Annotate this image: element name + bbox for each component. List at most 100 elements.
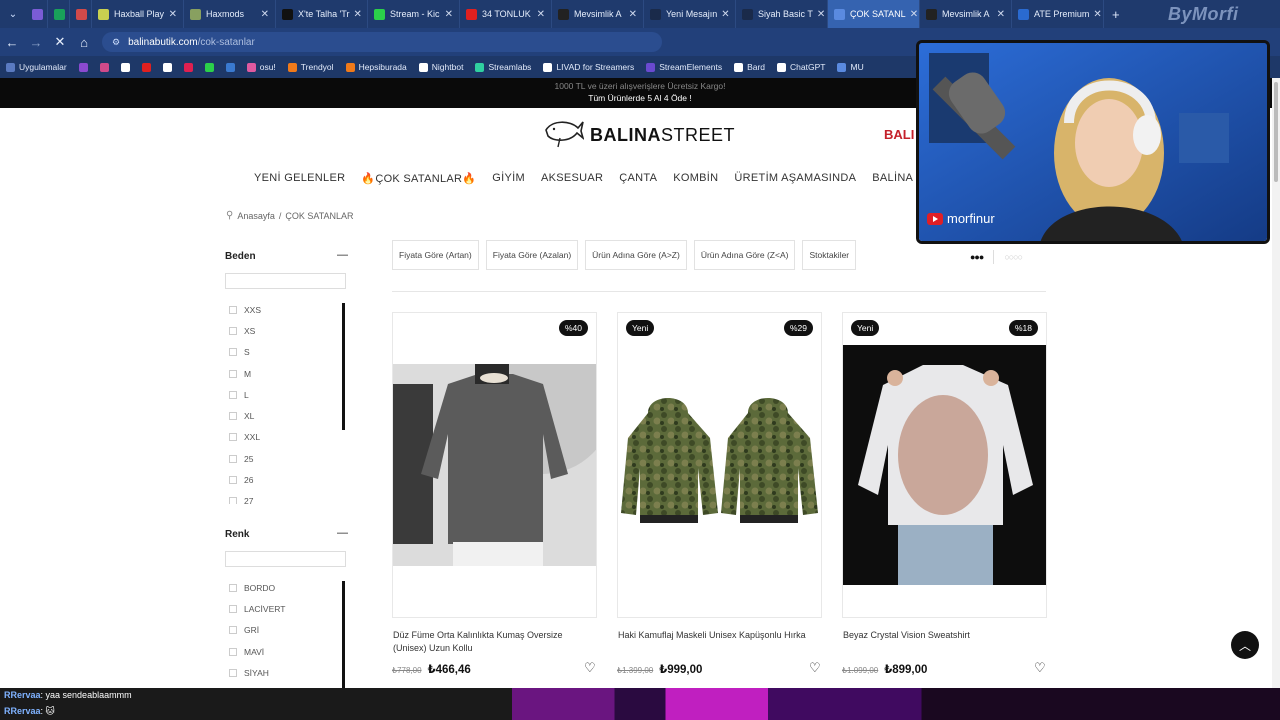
- grid-4-icon[interactable]: ○○○○: [1004, 252, 1023, 262]
- back-icon[interactable]: ←: [0, 35, 24, 50]
- bookmark-item[interactable]: MU: [837, 62, 864, 72]
- tab-close-icon[interactable]: ✕: [993, 9, 1005, 20]
- filter-option[interactable]: S: [225, 342, 346, 363]
- checkbox[interactable]: [229, 369, 237, 378]
- tab-close-icon[interactable]: ✕: [349, 9, 361, 20]
- product-name[interactable]: Düz Füme Orta Kalınlıkta Kumaş Oversize …: [393, 629, 588, 655]
- menu-item[interactable]: 🔥ÇOK SATANLAR🔥: [361, 172, 476, 185]
- browser-tab[interactable]: Haxmods ✕: [184, 0, 276, 28]
- stop-loading-icon[interactable]: ✕: [48, 34, 72, 50]
- size-list-scrollbar[interactable]: [342, 303, 345, 430]
- tab-close-icon[interactable]: ✕: [165, 9, 177, 20]
- browser-tab[interactable]: [70, 0, 92, 28]
- filter-option[interactable]: MAVİ: [225, 641, 346, 662]
- browser-tab[interactable]: Haxball Play ✕: [92, 0, 184, 28]
- bookmark-item[interactable]: Uygulamalar: [6, 62, 67, 72]
- filter-option[interactable]: LACİVERT: [225, 598, 346, 619]
- sort-button[interactable]: Fiyata Göre (Artan): [392, 240, 479, 270]
- menu-item[interactable]: KOMBİN: [673, 172, 718, 185]
- color-filter-search-input[interactable]: [225, 551, 346, 567]
- menu-item[interactable]: GİYİM: [492, 172, 525, 185]
- bookmark-item[interactable]: [204, 62, 218, 72]
- menu-item[interactable]: AKSESUAR: [541, 172, 603, 185]
- site-logo[interactable]: BALINA STREET: [544, 116, 735, 155]
- sort-button[interactable]: Ürün Adına Göre (A>Z): [585, 240, 687, 270]
- filter-option[interactable]: M: [225, 363, 346, 384]
- checkbox[interactable]: [229, 433, 237, 442]
- tab-close-icon[interactable]: ✕: [1089, 9, 1101, 20]
- browser-tab[interactable]: ÇOK SATANL ✕: [828, 0, 920, 28]
- tab-close-icon[interactable]: ✕: [533, 9, 545, 20]
- bookmark-item[interactable]: Nightbot: [418, 62, 463, 72]
- tab-search-chevron-icon[interactable]: ⌄: [0, 0, 26, 28]
- checkbox[interactable]: [229, 668, 237, 677]
- product-image[interactable]: [618, 383, 821, 533]
- home-icon[interactable]: ⌂: [72, 35, 96, 50]
- menu-item[interactable]: YENİ GELENLER: [254, 172, 345, 185]
- sort-button[interactable]: Stoktakiler: [802, 240, 857, 270]
- product-name[interactable]: Haki Kamuflaj Maskeli Unisex Kapüşonlu H…: [618, 629, 813, 642]
- tab-close-icon[interactable]: ✕: [441, 9, 453, 20]
- product-image[interactable]: [393, 364, 596, 566]
- color-filter-title[interactable]: Renk: [225, 529, 249, 540]
- tab-close-icon[interactable]: ✕: [906, 9, 918, 20]
- checkbox[interactable]: [229, 412, 237, 421]
- tab-close-icon[interactable]: ✕: [625, 9, 637, 20]
- bookmark-item[interactable]: Streamlabs: [475, 62, 531, 72]
- bookmark-item[interactable]: [99, 62, 113, 72]
- menu-item[interactable]: ÇANTA: [619, 172, 657, 185]
- bookmark-item[interactable]: [120, 62, 134, 72]
- breadcrumb-home[interactable]: Anasayfa: [237, 211, 275, 221]
- bookmark-item[interactable]: ChatGPT: [777, 62, 825, 72]
- filter-option[interactable]: L: [225, 384, 346, 405]
- bookmark-item[interactable]: Hepsiburada: [345, 62, 407, 72]
- scroll-to-top-button[interactable]: ︿: [1231, 631, 1259, 659]
- product-card[interactable]: %40 Düz Füme Orta Kalınlıkta Kumaş Overs…: [392, 312, 597, 653]
- checkbox[interactable]: [229, 390, 237, 399]
- new-tab-button[interactable]: +: [1104, 7, 1128, 22]
- checkbox[interactable]: [229, 626, 237, 635]
- product-image[interactable]: [843, 345, 1046, 585]
- browser-tab[interactable]: 34 TONLUK ✕: [460, 0, 552, 28]
- url-field[interactable]: ⚙ balinabutik.com/cok-satanlar: [102, 32, 662, 52]
- browser-tab[interactable]: [26, 0, 48, 28]
- wishlist-heart-icon[interactable]: ♡: [584, 660, 596, 676]
- checkbox[interactable]: [229, 326, 237, 335]
- size-filter-search-input[interactable]: [225, 273, 346, 289]
- filter-option[interactable]: XXL: [225, 427, 346, 448]
- filter-option[interactable]: SİYAH: [225, 662, 346, 683]
- product-card[interactable]: Yeni %29 Haki Kamuflaj Maskeli Unisex Ka…: [617, 312, 822, 640]
- filter-option[interactable]: XXS: [225, 299, 346, 320]
- sort-button[interactable]: Fiyata Göre (Azalan): [485, 240, 579, 270]
- product-name[interactable]: Beyaz Crystal Vision Sweatshirt: [843, 629, 1038, 642]
- page-scrollbar-thumb[interactable]: [1274, 82, 1278, 182]
- browser-tab[interactable]: Stream - Kic ✕: [368, 0, 460, 28]
- color-filter-collapse-icon[interactable]: —: [337, 527, 348, 539]
- bookmark-item[interactable]: [78, 62, 92, 72]
- bookmark-item[interactable]: Bard: [734, 62, 765, 72]
- tab-close-icon[interactable]: ✕: [813, 9, 825, 20]
- bookmark-item[interactable]: LIVAD for Streamers: [543, 62, 634, 72]
- site-info-icon[interactable]: ⚙: [112, 37, 120, 48]
- checkbox[interactable]: [229, 583, 237, 592]
- filter-option[interactable]: XL: [225, 405, 346, 426]
- bookmark-item[interactable]: osu!: [246, 62, 276, 72]
- browser-tab[interactable]: Mevsimlik A ✕: [920, 0, 1012, 28]
- browser-tab[interactable]: [48, 0, 70, 28]
- bookmark-item[interactable]: [141, 62, 155, 72]
- checkbox[interactable]: [229, 497, 237, 504]
- wishlist-heart-icon[interactable]: ♡: [1034, 660, 1046, 676]
- filter-option[interactable]: 25: [225, 448, 346, 469]
- browser-tab[interactable]: Mevsimlik A ✕: [552, 0, 644, 28]
- checkbox[interactable]: [229, 454, 237, 463]
- filter-option[interactable]: XS: [225, 320, 346, 341]
- wishlist-heart-icon[interactable]: ♡: [809, 660, 821, 676]
- size-filter-collapse-icon[interactable]: —: [337, 249, 348, 261]
- browser-tab[interactable]: Siyah Basic T ✕: [736, 0, 828, 28]
- checkbox[interactable]: [229, 476, 237, 485]
- size-filter-title[interactable]: Beden: [225, 251, 256, 262]
- bookmark-item[interactable]: StreamElements: [646, 62, 722, 72]
- tab-close-icon[interactable]: ✕: [717, 9, 729, 20]
- filter-option[interactable]: 26: [225, 469, 346, 490]
- bookmark-item[interactable]: [225, 62, 239, 72]
